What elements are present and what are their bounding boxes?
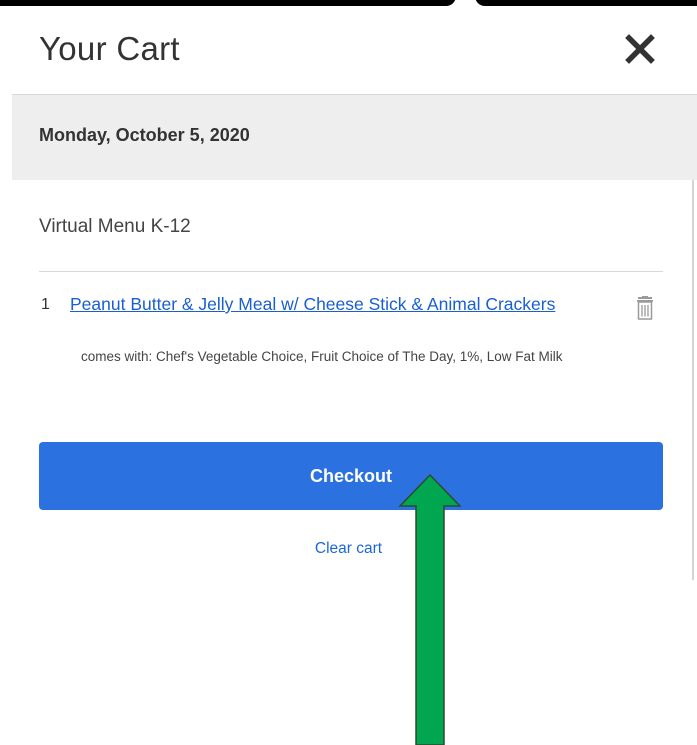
cart-item: 1 Peanut Butter & Jelly Meal w/ Cheese S…: [39, 292, 663, 392]
menu-divider: [39, 271, 663, 272]
arrow-up-icon: [398, 474, 462, 745]
trash-icon: [637, 296, 653, 320]
clear-cart-link: Clear cart: [0, 540, 697, 558]
item-description: comes with: Chef's Vegetable Choice, Fru…: [81, 349, 563, 364]
cart-header: Your Cart: [0, 18, 697, 94]
close-icon: [625, 34, 655, 64]
item-name-link[interactable]: Peanut Butter & Jelly Meal w/ Cheese Sti…: [70, 294, 590, 314]
checkout-button[interactable]: Checkout: [39, 442, 663, 510]
item-quantity: 1: [41, 296, 50, 313]
clear-cart-label[interactable]: Clear cart: [315, 540, 382, 557]
scrollbar-edge: [692, 140, 694, 580]
cart-page: Your Cart Monday, October 5, 2020 Virtua…: [0, 0, 697, 745]
delete-item-button[interactable]: [635, 296, 655, 322]
top-bar-fragment-right: [475, 0, 697, 6]
menu-name: Virtual Menu K-12: [39, 216, 191, 237]
annotation-arrow: [398, 474, 462, 745]
order-date: Monday, October 5, 2020: [39, 125, 250, 145]
date-bar: Monday, October 5, 2020: [12, 95, 697, 180]
cart-title: Your Cart: [39, 30, 180, 67]
top-bar-fragment-left: [0, 0, 456, 6]
close-button[interactable]: [618, 30, 662, 74]
